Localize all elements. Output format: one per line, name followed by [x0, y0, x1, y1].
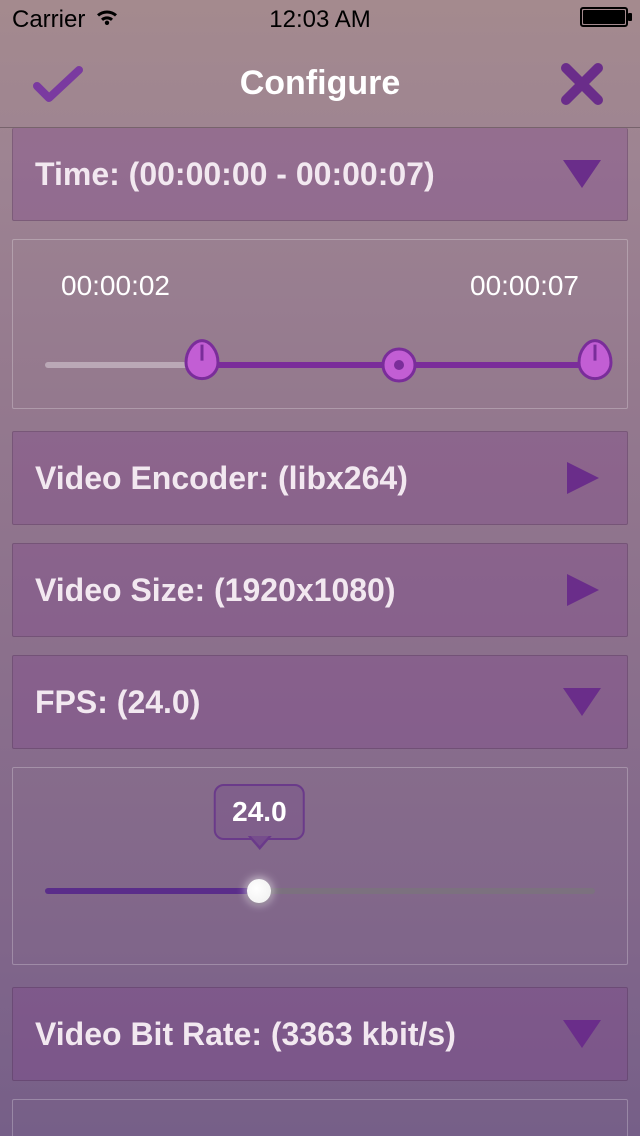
video-encoder-row[interactable]: Video Encoder: (libx264)	[12, 431, 628, 525]
status-left: Carrier	[12, 6, 121, 35]
time-range-thumb-end[interactable]	[573, 339, 617, 383]
wifi-icon	[93, 6, 121, 35]
fps-panel: 24.0	[12, 767, 628, 965]
status-right	[580, 6, 628, 34]
chevron-down-icon	[559, 682, 605, 722]
fps-row[interactable]: FPS: (24.0)	[12, 655, 628, 749]
bitrate-label: Video Bit Rate: (3363 kbit/s)	[35, 1016, 456, 1053]
page-title: Configure	[88, 64, 552, 103]
bitrate-row[interactable]: Video Bit Rate: (3363 kbit/s)	[12, 987, 628, 1081]
time-range-slider[interactable]	[45, 362, 595, 368]
chevron-right-icon	[559, 570, 605, 610]
time-row-label: Time: (00:00:00 - 00:00:07)	[35, 156, 435, 193]
confirm-button[interactable]	[28, 64, 88, 104]
time-start-label: 00:00:02	[61, 270, 170, 302]
video-size-row[interactable]: Video Size: (1920x1080)	[12, 543, 628, 637]
checkmark-icon	[33, 64, 83, 104]
battery-icon	[580, 7, 628, 27]
chevron-down-icon	[559, 1014, 605, 1054]
chevron-down-icon	[559, 154, 605, 194]
time-range-thumb-start[interactable]	[180, 339, 224, 383]
carrier-label: Carrier	[12, 6, 85, 34]
fps-value-bubble: 24.0	[214, 784, 305, 840]
fps-slider[interactable]: 24.0	[45, 888, 595, 894]
video-size-label: Video Size: (1920x1080)	[35, 572, 396, 609]
status-bar: Carrier 12:03 AM	[0, 0, 640, 40]
close-button[interactable]	[552, 62, 612, 106]
video-encoder-label: Video Encoder: (libx264)	[35, 460, 408, 497]
close-icon	[560, 62, 604, 106]
fps-slider-thumb[interactable]	[247, 879, 271, 903]
time-range-center-marker	[381, 347, 417, 383]
time-row[interactable]: Time: (00:00:00 - 00:00:07)	[12, 128, 628, 221]
fps-label: FPS: (24.0)	[35, 684, 200, 721]
chevron-right-icon	[559, 458, 605, 498]
bitrate-panel: 3363.0	[12, 1099, 628, 1136]
time-panel: 00:00:02 00:00:07	[12, 239, 628, 409]
nav-bar: Configure	[0, 40, 640, 128]
time-end-label: 00:00:07	[470, 270, 579, 302]
